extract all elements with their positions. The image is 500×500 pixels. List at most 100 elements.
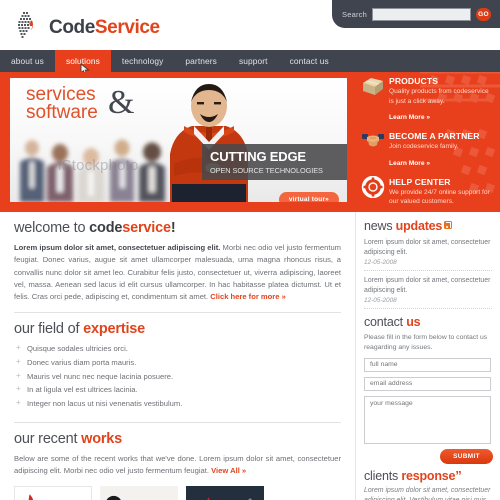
clients-response-heading-accent: response	[401, 468, 456, 483]
page-root: CodeService Search GO about us solutions…	[0, 0, 500, 500]
news-item-text: Lorem ipsum dolor sit amet, consectetuer…	[364, 239, 491, 256]
urm-triangle-logo-icon: URM ®	[207, 497, 252, 500]
hero-ampersand: &	[108, 84, 135, 121]
works-body-text: Below are some of the recent works that …	[14, 453, 341, 475]
nav-item-partners[interactable]: partners	[174, 50, 228, 72]
works-view-all-link[interactable]: View All »	[211, 466, 246, 475]
search-bar: Search GO	[332, 0, 500, 28]
contact-heading-accent: us	[406, 315, 421, 329]
promo-title-products: PRODUCTS	[389, 76, 439, 86]
promo-link-products[interactable]: Learn More »	[389, 114, 430, 121]
promo-item-help: HELP CENTER We provide 24/7 online suppo…	[355, 173, 500, 212]
news-item[interactable]: Lorem ipsum dolor sit amet, consectetuer…	[364, 233, 492, 271]
welcome-heading-service: service	[122, 220, 171, 236]
contact-note: Please fill in the form below to contact…	[364, 334, 488, 351]
works-heading-plain: our recent	[14, 430, 82, 447]
list-item: Integer non lacus ut nisi venenatis vest…	[14, 398, 341, 413]
search-label: Search	[342, 9, 367, 19]
expertise-heading-plain: our field of	[14, 321, 84, 338]
nav-item-contact-us[interactable]: contact us	[279, 50, 340, 72]
package-box-icon	[363, 78, 383, 95]
email-address-field[interactable]	[364, 376, 491, 391]
clients-response-section: clients response” Lorem ipsum dolor sit …	[355, 464, 500, 500]
promo-text-products: Quality products from codeservice is jus…	[389, 88, 489, 105]
businessman-photo	[170, 84, 248, 202]
logo-wordmark: CodeService	[49, 18, 160, 37]
works-section: our recent works Below are some of the r…	[0, 423, 355, 500]
virtual-tour-button[interactable]: virtual tour»	[278, 192, 339, 202]
promo-link-partner[interactable]: Learn More »	[389, 160, 430, 167]
quote-mark-icon: ”	[455, 467, 462, 483]
promo-text-partner: Join codeservice family.	[389, 143, 459, 151]
client-logo-apaa[interactable]: apaa a division	[14, 486, 92, 500]
logo-text-service: Service	[94, 16, 160, 38]
sidebar-column: PRODUCTS Quality products from codeservi…	[355, 72, 500, 500]
site-header: CodeService Search GO	[0, 0, 500, 50]
diamond-mesh-logo-icon	[18, 12, 34, 38]
news-heading-accent: updates	[395, 219, 443, 233]
nav-item-technology[interactable]: technology	[111, 50, 175, 72]
news-updates-section: news updates Lorem ipsum dolor sit amet,…	[355, 212, 500, 309]
welcome-more-link[interactable]: Click here for more »	[210, 292, 286, 301]
main-content-column: services software & iStockphoto CUTTING …	[0, 72, 355, 500]
news-heading-plain: news	[364, 219, 396, 233]
welcome-heading-code: code	[89, 220, 123, 236]
sidebar-divider	[355, 212, 356, 500]
works-heading-accent: works	[81, 430, 123, 447]
submit-row: SUBMIT	[364, 448, 493, 464]
contact-us-section: contact us Please fill in the form below…	[355, 309, 500, 464]
contact-heading: contact us	[364, 315, 492, 329]
search-input[interactable]	[371, 7, 471, 21]
promo-title-partner: BECOME A PARTNER	[389, 131, 480, 142]
hero-headline-line2: software	[26, 102, 98, 124]
image-watermark: iStockphoto	[58, 157, 139, 174]
client-logos-row: apaa a division inspired bringing the we…	[14, 486, 341, 500]
clients-response-heading-plain: clients	[364, 468, 402, 483]
message-field[interactable]	[364, 395, 491, 444]
hero-overlay-subtitle: OPEN SOURCE TECHNOLOGIES	[210, 166, 323, 175]
nav-item-support[interactable]: support	[228, 50, 279, 72]
list-item: Mauris vel nunc nec neque lacinia posuer…	[14, 371, 341, 386]
welcome-heading-excl: !	[170, 220, 176, 236]
list-item: Quisque sodales ultricies orci.	[14, 344, 341, 358]
apaa-leaf-logo-icon: apaa a division	[28, 494, 76, 500]
welcome-section: welcome to codeservice! Lorem ipsum dolo…	[0, 212, 355, 303]
site-logo[interactable]: CodeService	[14, 10, 160, 44]
news-heading: news updates	[364, 219, 492, 233]
logo-text-code: Code	[49, 16, 95, 38]
promo-item-partner: BECOME A PARTNER Join codeservice family…	[355, 127, 500, 170]
expertise-section: our field of expertise Quisque sodales u…	[0, 313, 355, 412]
news-item-text: Lorem ipsum dolor sit amet, consectetuer…	[364, 277, 491, 294]
hero-banner: services software & iStockphoto CUTTING …	[0, 72, 355, 212]
works-heading: our recent works	[14, 431, 341, 447]
expertise-heading: our field of expertise	[14, 321, 341, 337]
inspired-dot-logo-icon: inspired bringing the web up!	[106, 495, 171, 500]
news-item-date: 12-05-2008	[364, 259, 397, 266]
life-ring-icon	[361, 175, 385, 198]
list-item: Donec varius diam porta mauris.	[14, 357, 341, 372]
handshake-icon	[362, 134, 384, 147]
welcome-body: Lorem ipsum dolor sit amet, consectetuer…	[14, 242, 341, 303]
promo-text-help: We provide 24/7 online support for our v…	[389, 188, 490, 206]
news-item[interactable]: Lorem ipsum dolor sit amet, consectetuer…	[364, 271, 492, 309]
submit-button[interactable]: SUBMIT	[440, 448, 493, 464]
hero-headline: services software	[26, 85, 98, 124]
client-logo-urm[interactable]: URM ®	[186, 486, 264, 500]
nav-item-about-us[interactable]: about us	[0, 50, 55, 72]
clients-response-text: Lorem ipsum dolor sit amet, consectetuer…	[364, 486, 491, 500]
welcome-heading: welcome to codeservice!	[14, 220, 341, 236]
main-navigation: about us solutions technology partners s…	[0, 50, 500, 72]
promo-panel: PRODUCTS Quality products from codeservi…	[355, 72, 500, 212]
hero-image-area: services software & iStockphoto CUTTING …	[10, 78, 347, 202]
news-item-date: 12-05-2008	[364, 297, 397, 304]
works-body: Below are some of the recent works that …	[14, 453, 341, 478]
rss-feed-icon[interactable]	[444, 221, 453, 229]
clients-response-heading: clients response”	[364, 468, 492, 483]
list-item: In at ligula vel est ultrices lacinia.	[14, 384, 341, 399]
client-logo-inspired[interactable]: inspired bringing the web up!	[100, 486, 178, 500]
expertise-heading-accent: expertise	[83, 321, 146, 338]
promo-title-help: HELP CENTER	[389, 176, 451, 187]
full-name-field[interactable]	[364, 357, 491, 372]
search-go-button[interactable]: GO	[475, 7, 491, 21]
welcome-lead: Lorem ipsum dolor sit amet, consectetuer…	[14, 243, 221, 252]
